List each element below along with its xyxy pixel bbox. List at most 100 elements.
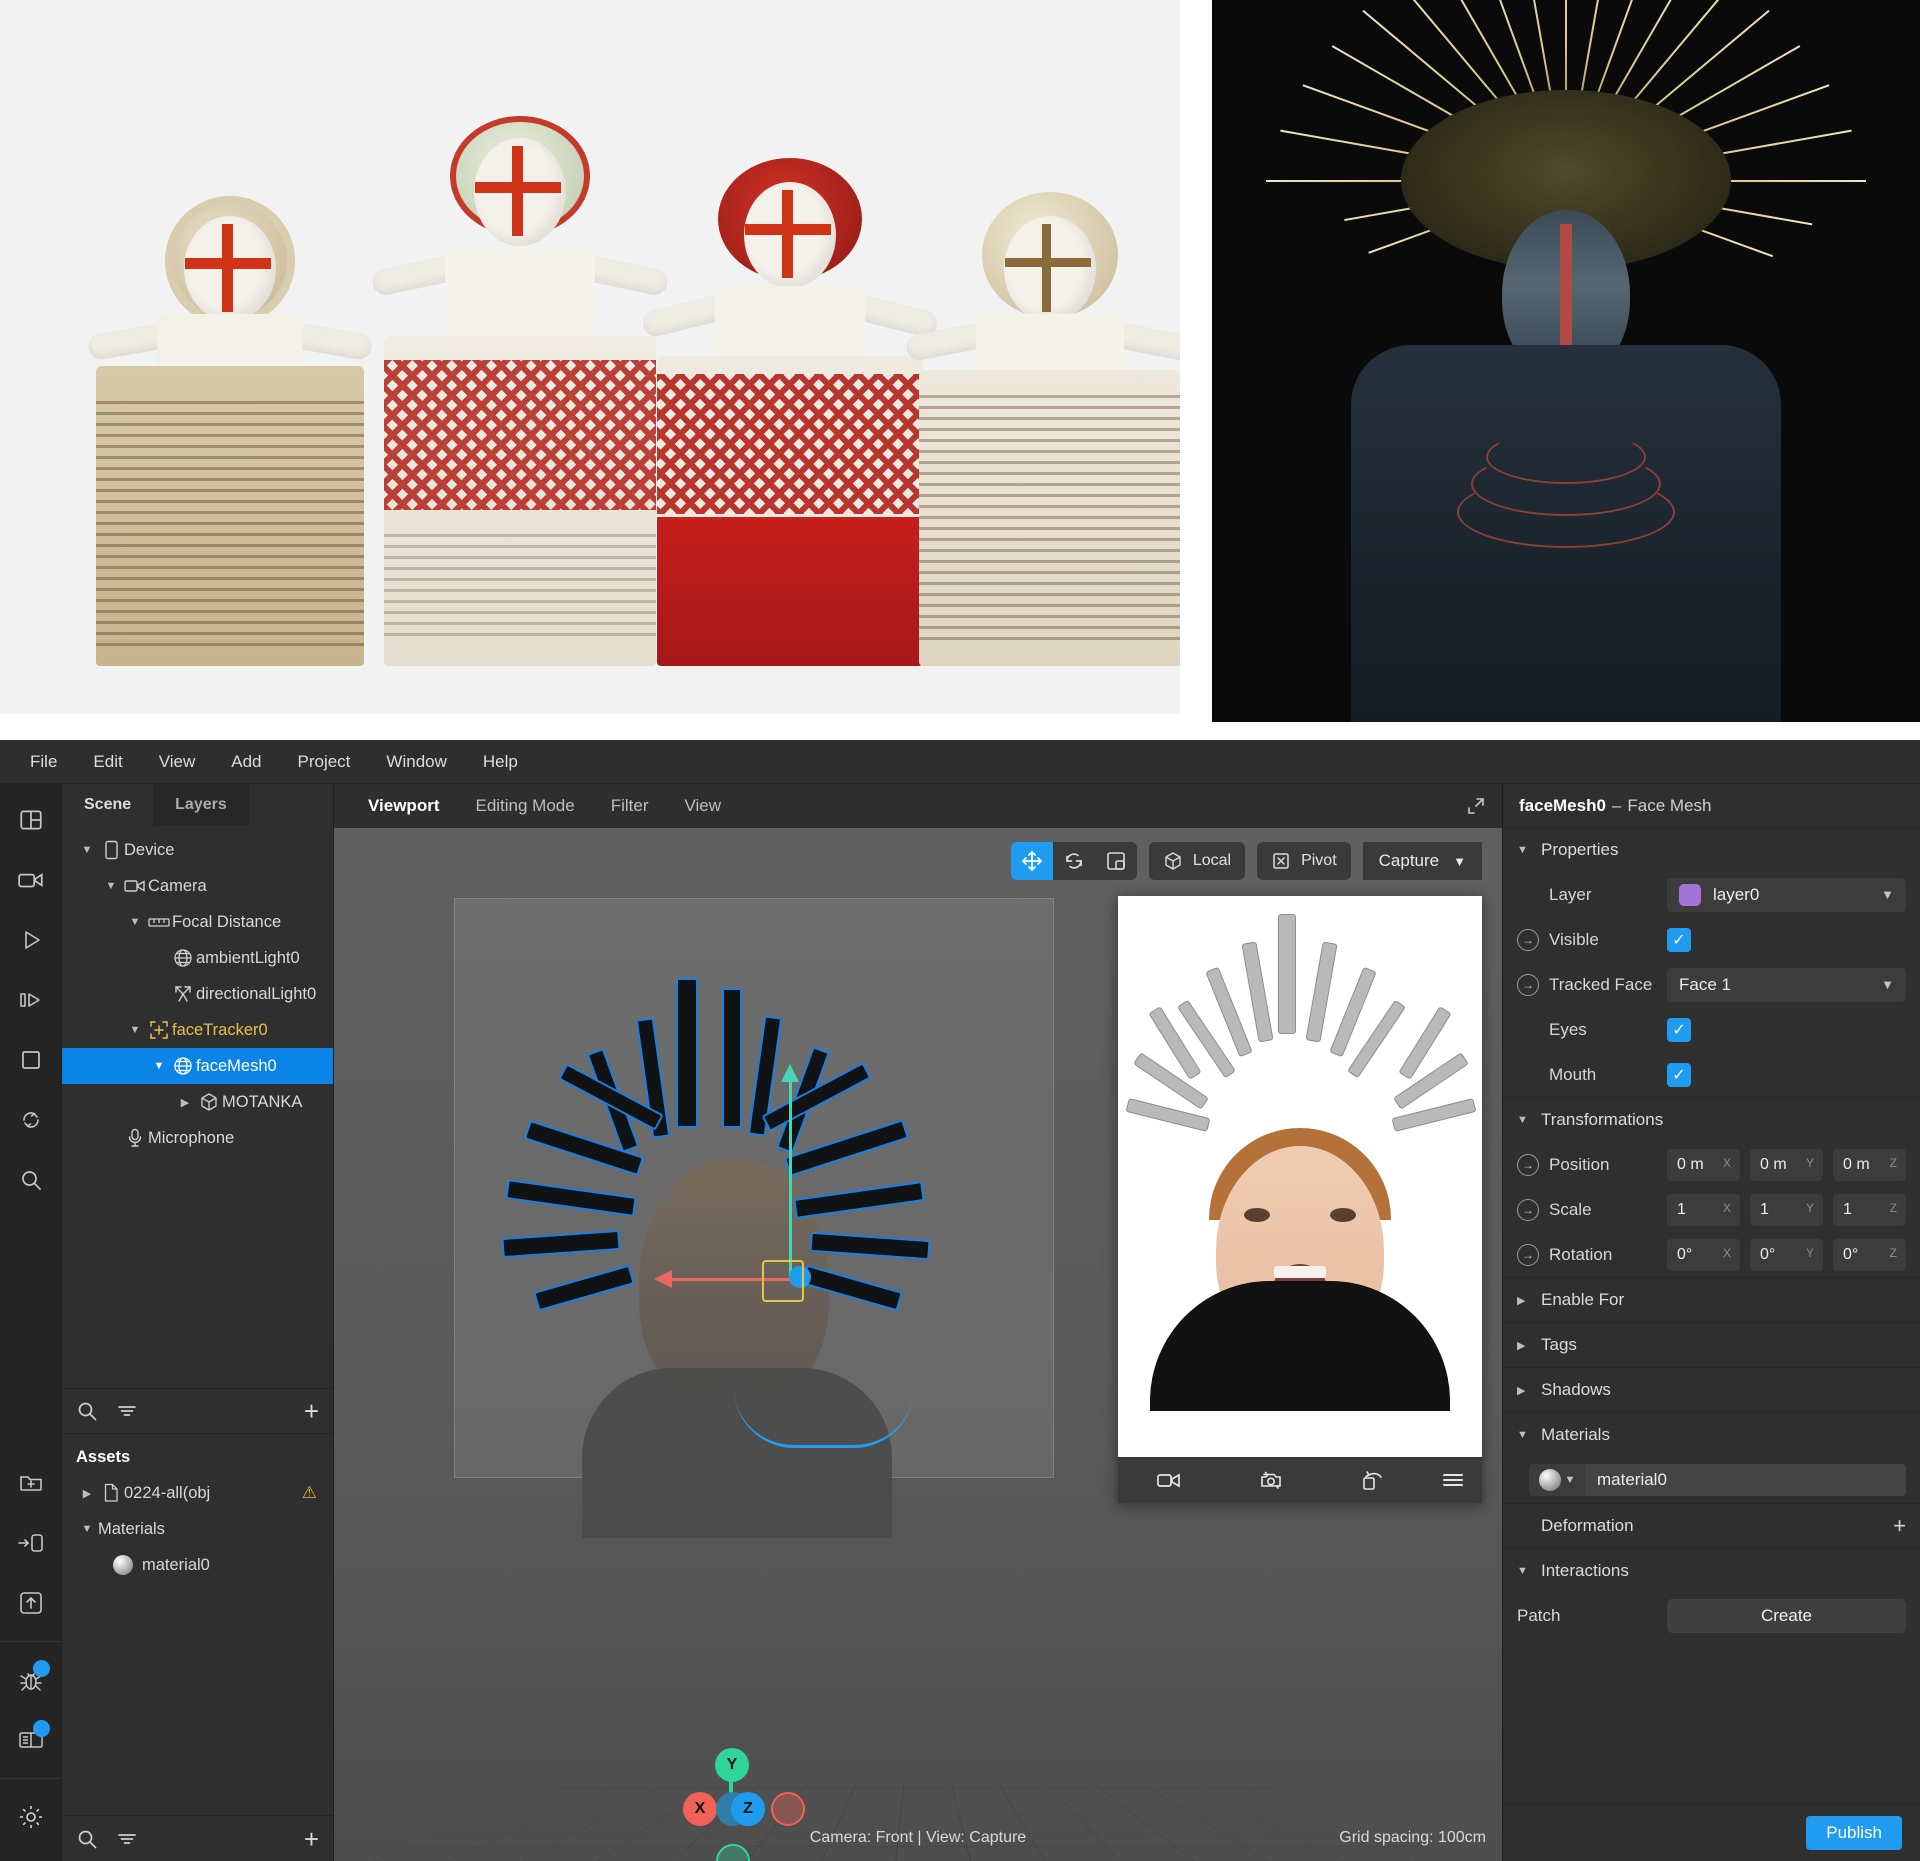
twisty-right-icon[interactable]: ▶ <box>1517 1339 1541 1352</box>
tree-item-microphone[interactable]: Microphone <box>62 1120 333 1156</box>
gizmo-y-axis[interactable] <box>789 1078 792 1278</box>
tab-filter[interactable]: Filter <box>593 784 667 828</box>
pivot-button[interactable]: Pivot <box>1257 842 1351 880</box>
viewport-canvas[interactable]: Local Pivot Capture ▼ Y X Z Camera: Fron… <box>334 828 1502 1861</box>
gizmo-center-box[interactable] <box>762 1260 804 1302</box>
tab-viewport[interactable]: Viewport <box>350 784 457 828</box>
link-arrow-icon[interactable]: → <box>1517 1153 1539 1176</box>
search-icon[interactable] <box>0 1150 62 1210</box>
rotation-y-input[interactable]: 0° Y <box>1750 1238 1823 1271</box>
hamburger-menu-icon[interactable] <box>1424 1471 1482 1489</box>
twisty-right-icon[interactable]: ▶ <box>174 1096 196 1109</box>
move-tool[interactable] <box>1010 842 1053 880</box>
tree-item-focal-distance[interactable]: ▼ Focal Distance <box>62 904 333 940</box>
bug-icon[interactable] <box>0 1650 62 1710</box>
tree-item-motanka[interactable]: ▶ MOTANKA <box>62 1084 333 1120</box>
tab-view[interactable]: View <box>667 784 740 828</box>
twisty-down-icon[interactable]: ▼ <box>124 916 146 928</box>
menu-file[interactable]: File <box>12 740 75 784</box>
refresh-icon[interactable] <box>0 1090 62 1150</box>
twisty-right-icon[interactable]: ▶ <box>76 1487 98 1500</box>
rotate-tool[interactable] <box>1053 842 1095 880</box>
coordinate-space-button[interactable]: Local <box>1148 842 1246 880</box>
search-icon[interactable] <box>76 1400 98 1422</box>
position-x-input[interactable]: 0 m X <box>1667 1148 1740 1181</box>
menu-view[interactable]: View <box>141 740 214 784</box>
tree-item-camera[interactable]: ▼ Camera <box>62 868 333 904</box>
mouth-checkbox[interactable]: ✓ <box>1667 1062 1691 1087</box>
publish-button[interactable]: Publish <box>1806 1815 1902 1850</box>
visible-checkbox[interactable]: ✓ <box>1667 927 1691 952</box>
section-interactions-header[interactable]: ▼ Interactions <box>1503 1549 1920 1593</box>
menu-help[interactable]: Help <box>465 740 536 784</box>
rotation-x-input[interactable]: 0° X <box>1667 1238 1740 1271</box>
position-z-input[interactable]: 0 m Z <box>1833 1148 1906 1181</box>
docs-icon[interactable] <box>0 1710 62 1770</box>
step-forward-icon[interactable] <box>0 970 62 1030</box>
tree-item-facemesh0[interactable]: ▼ faceMesh0 <box>62 1048 333 1084</box>
link-arrow-icon[interactable]: → <box>1517 1198 1539 1221</box>
tracked-face-select[interactable]: Face 1 ▼ <box>1667 967 1906 1002</box>
twisty-down-icon[interactable]: ▼ <box>1517 1429 1541 1441</box>
play-icon[interactable] <box>0 910 62 970</box>
section-properties-header[interactable]: ▼ Properties <box>1503 828 1920 872</box>
material-picker[interactable]: ▼ <box>1529 1464 1585 1496</box>
create-patch-button[interactable]: Create <box>1667 1599 1906 1633</box>
twisty-down-icon[interactable]: ▼ <box>148 1060 170 1072</box>
section-materials-header[interactable]: ▼ Materials <box>1503 1413 1920 1457</box>
section-transformations-header[interactable]: ▼ Transformations <box>1503 1098 1920 1142</box>
tab-layers[interactable]: Layers <box>153 784 249 826</box>
video-icon[interactable] <box>1118 1470 1220 1490</box>
filter-icon[interactable] <box>116 1828 138 1850</box>
stop-icon[interactable] <box>0 1030 62 1090</box>
scale-x-input[interactable]: 1 X <box>1667 1193 1740 1226</box>
add-object-button[interactable]: + <box>304 1398 319 1424</box>
section-tags-header[interactable]: ▶ Tags <box>1503 1323 1920 1367</box>
tab-editing-mode[interactable]: Editing Mode <box>457 784 592 828</box>
link-arrow-icon[interactable]: → <box>1517 928 1539 951</box>
layer-select[interactable]: layer0 ▼ <box>1667 877 1906 912</box>
section-deformation-header[interactable]: Deformation + <box>1503 1504 1920 1548</box>
switch-camera-icon[interactable] <box>1220 1469 1322 1491</box>
search-icon[interactable] <box>76 1828 98 1850</box>
section-enable-for-header[interactable]: ▶ Enable For <box>1503 1278 1920 1322</box>
gear-icon[interactable] <box>0 1787 62 1847</box>
tree-item-directionallight0[interactable]: directionalLight0 <box>62 976 333 1012</box>
section-shadows-header[interactable]: ▶ Shadows <box>1503 1368 1920 1412</box>
tree-item-ambientlight0[interactable]: ambientLight0 <box>62 940 333 976</box>
add-asset-button[interactable]: + <box>304 1826 319 1852</box>
position-y-input[interactable]: 0 m Y <box>1750 1148 1823 1181</box>
export-up-icon[interactable] <box>0 1573 62 1633</box>
twisty-right-icon[interactable]: ▶ <box>1517 1384 1541 1397</box>
asset-item-materials[interactable]: ▼ Materials <box>62 1511 333 1547</box>
motanka-model-silhouette[interactable] <box>494 978 1014 1448</box>
menu-add[interactable]: Add <box>213 740 279 784</box>
twisty-down-icon[interactable]: ▼ <box>1517 844 1541 856</box>
expand-icon[interactable] <box>1466 796 1486 816</box>
capture-preview[interactable] <box>1118 896 1482 1503</box>
link-arrow-icon[interactable]: → <box>1517 1243 1539 1266</box>
capture-dropdown[interactable]: Capture ▼ <box>1362 842 1482 880</box>
material-name-field[interactable]: material0 <box>1585 1464 1906 1496</box>
twisty-right-icon[interactable]: ▶ <box>1517 1294 1541 1307</box>
scale-z-input[interactable]: 1 Z <box>1833 1193 1906 1226</box>
twisty-down-icon[interactable]: ▼ <box>76 1523 98 1535</box>
tree-item-device[interactable]: ▼ Device <box>62 832 333 868</box>
asset-item-material0[interactable]: material0 <box>62 1547 333 1583</box>
tab-scene[interactable]: Scene <box>62 784 153 826</box>
twisty-down-icon[interactable]: ▼ <box>76 844 98 856</box>
scale-tool[interactable] <box>1095 842 1137 880</box>
add-folder-icon[interactable] <box>0 1453 62 1513</box>
camera-icon[interactable] <box>0 850 62 910</box>
scale-y-input[interactable]: 1 Y <box>1750 1193 1823 1226</box>
add-deformation-button[interactable]: + <box>1893 1513 1906 1539</box>
eyes-checkbox[interactable]: ✓ <box>1667 1017 1691 1042</box>
tree-item-facetracker0[interactable]: ▼ faceTracker0 <box>62 1012 333 1048</box>
menu-window[interactable]: Window <box>368 740 464 784</box>
rotate-device-icon[interactable] <box>1322 1469 1424 1491</box>
twisty-down-icon[interactable]: ▼ <box>124 1024 146 1036</box>
asset-item-obj[interactable]: ▶ 0224-all(obj ⚠ <box>62 1475 333 1511</box>
link-arrow-icon[interactable]: → <box>1517 973 1539 996</box>
twisty-down-icon[interactable]: ▼ <box>1517 1565 1541 1577</box>
gizmo-axis-y[interactable]: Y <box>715 1748 749 1782</box>
